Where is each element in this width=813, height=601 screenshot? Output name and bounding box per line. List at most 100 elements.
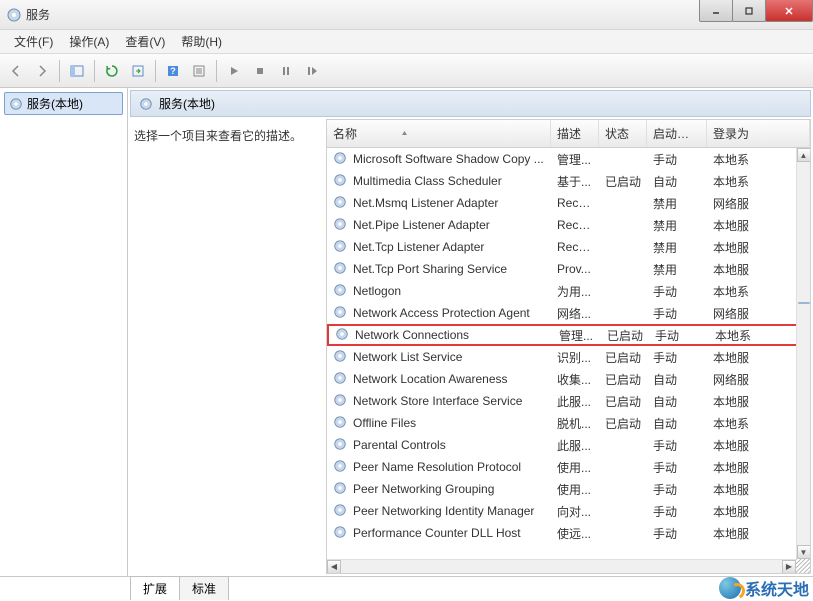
gear-icon: [333, 437, 347, 454]
window-controls: [700, 0, 813, 22]
service-row[interactable]: Net.Tcp Port Sharing ServiceProv...禁用本地服: [327, 258, 810, 280]
scroll-right-button[interactable]: ▶: [782, 560, 796, 574]
service-logon: 网络服: [707, 305, 810, 322]
service-row[interactable]: Net.Pipe Listener AdapterRece...禁用本地服: [327, 214, 810, 236]
service-description: 管理...: [551, 151, 599, 168]
back-button[interactable]: [4, 59, 28, 83]
service-logon: 本地服: [707, 459, 810, 476]
gear-icon: [333, 173, 347, 190]
service-startup: 手动: [647, 459, 707, 476]
service-status: 已启动: [599, 393, 647, 410]
gear-icon: [9, 97, 23, 111]
scroll-thumb[interactable]: [798, 302, 810, 304]
gear-icon: [333, 195, 347, 212]
service-startup: 禁用: [647, 239, 707, 256]
service-name: Network List Service: [353, 350, 462, 364]
globe-icon: [719, 577, 741, 599]
toolbar-separator: [155, 60, 156, 82]
main-area: 服务(本地) 服务(本地) 选择一个项目来查看它的描述。 名称 描述 状态 启动…: [0, 88, 813, 576]
show-hide-tree-button[interactable]: [65, 59, 89, 83]
service-logon: 网络服: [707, 195, 810, 212]
close-button[interactable]: [765, 0, 813, 22]
service-row[interactable]: Network List Service识别...已启动手动本地服: [327, 346, 810, 368]
service-startup: 手动: [647, 349, 707, 366]
service-row[interactable]: Net.Tcp Listener AdapterRece...禁用本地服: [327, 236, 810, 258]
service-row[interactable]: Network Connections管理...已启动手动本地系: [327, 324, 810, 346]
service-startup: 禁用: [647, 261, 707, 278]
gear-icon: [333, 371, 347, 388]
menu-help[interactable]: 帮助(H): [173, 30, 230, 53]
pause-service-button[interactable]: [274, 59, 298, 83]
service-name: Network Location Awareness: [353, 372, 508, 386]
service-description: 使远...: [551, 525, 599, 542]
watermark-text: 系统天地: [745, 576, 809, 600]
menu-action[interactable]: 操作(A): [61, 30, 117, 53]
start-service-button[interactable]: [222, 59, 246, 83]
scroll-down-button[interactable]: ▼: [797, 545, 811, 559]
scroll-left-button[interactable]: ◀: [327, 560, 341, 574]
tree-node-services-local[interactable]: 服务(本地): [4, 92, 123, 115]
minimize-button[interactable]: [699, 0, 733, 22]
column-header-description[interactable]: 描述: [551, 120, 599, 147]
export-list-button[interactable]: [126, 59, 150, 83]
service-logon: 本地服: [707, 503, 810, 520]
service-startup: 自动: [647, 415, 707, 432]
toolbar: ?: [0, 54, 813, 88]
service-startup: 手动: [647, 437, 707, 454]
service-name: Peer Name Resolution Protocol: [353, 460, 521, 474]
details-pane: 服务(本地) 选择一个项目来查看它的描述。 名称 描述 状态 启动类型 登录为 …: [128, 88, 813, 576]
column-header-name[interactable]: 名称: [327, 120, 551, 147]
maximize-button[interactable]: [732, 0, 766, 22]
service-startup: 禁用: [647, 195, 707, 212]
service-status: 已启动: [599, 415, 647, 432]
service-row[interactable]: Microsoft Software Shadow Copy ...管理...手…: [327, 148, 810, 170]
services-list: 名称 描述 状态 启动类型 登录为 Microsoft Software Sha…: [326, 119, 811, 574]
service-row[interactable]: Peer Networking Identity Manager向对...手动本…: [327, 500, 810, 522]
service-row[interactable]: Parental Controls此服...手动本地服: [327, 434, 810, 456]
service-row[interactable]: Performance Counter DLL Host使远...手动本地服: [327, 522, 810, 544]
column-header-logon[interactable]: 登录为: [707, 120, 810, 147]
service-row[interactable]: Peer Networking Grouping使用...手动本地服: [327, 478, 810, 500]
service-startup: 手动: [649, 327, 709, 344]
gear-icon: [333, 525, 347, 542]
gear-icon: [333, 349, 347, 366]
tab-extended[interactable]: 扩展: [130, 576, 180, 600]
column-header-startup[interactable]: 启动类型: [647, 120, 707, 147]
horizontal-scrollbar[interactable]: ◀ ▶: [327, 559, 796, 573]
help-button[interactable]: ?: [161, 59, 185, 83]
service-name: Parental Controls: [353, 438, 446, 452]
gear-icon: [333, 459, 347, 476]
menu-view[interactable]: 查看(V): [117, 30, 173, 53]
service-logon: 本地服: [707, 217, 810, 234]
service-row[interactable]: Peer Name Resolution Protocol使用...手动本地服: [327, 456, 810, 478]
forward-button[interactable]: [30, 59, 54, 83]
scroll-track[interactable]: [798, 162, 810, 545]
service-name: Offline Files: [353, 416, 416, 430]
service-row[interactable]: Network Store Interface Service此服...已启动自…: [327, 390, 810, 412]
menu-file[interactable]: 文件(F): [6, 30, 61, 53]
tab-standard[interactable]: 标准: [179, 576, 229, 600]
service-row[interactable]: Network Location Awareness收集...已启动自动网络服: [327, 368, 810, 390]
column-header-status[interactable]: 状态: [599, 120, 647, 147]
gear-icon: [333, 393, 347, 410]
scroll-up-button[interactable]: ▲: [797, 148, 811, 162]
service-description: 收集...: [551, 371, 599, 388]
resize-grip[interactable]: [796, 559, 810, 573]
toolbar-separator: [216, 60, 217, 82]
service-name: Network Connections: [355, 328, 469, 342]
service-row[interactable]: Net.Msmq Listener AdapterRece...禁用网络服: [327, 192, 810, 214]
tree-node-label: 服务(本地): [27, 95, 83, 112]
refresh-button[interactable]: [100, 59, 124, 83]
service-row[interactable]: Offline Files脱机...已启动自动本地系: [327, 412, 810, 434]
service-name: Net.Tcp Port Sharing Service: [353, 262, 507, 276]
properties-button[interactable]: [187, 59, 211, 83]
service-startup: 手动: [647, 305, 707, 322]
restart-service-button[interactable]: [300, 59, 324, 83]
service-row[interactable]: Netlogon为用...手动本地系: [327, 280, 810, 302]
service-status: 已启动: [599, 349, 647, 366]
list-header: 名称 描述 状态 启动类型 登录为: [327, 120, 810, 148]
stop-service-button[interactable]: [248, 59, 272, 83]
service-row[interactable]: Multimedia Class Scheduler基于...已启动自动本地系: [327, 170, 810, 192]
service-row[interactable]: Network Access Protection Agent网络...手动网络…: [327, 302, 810, 324]
vertical-scrollbar[interactable]: ▲ ▼: [796, 148, 810, 559]
